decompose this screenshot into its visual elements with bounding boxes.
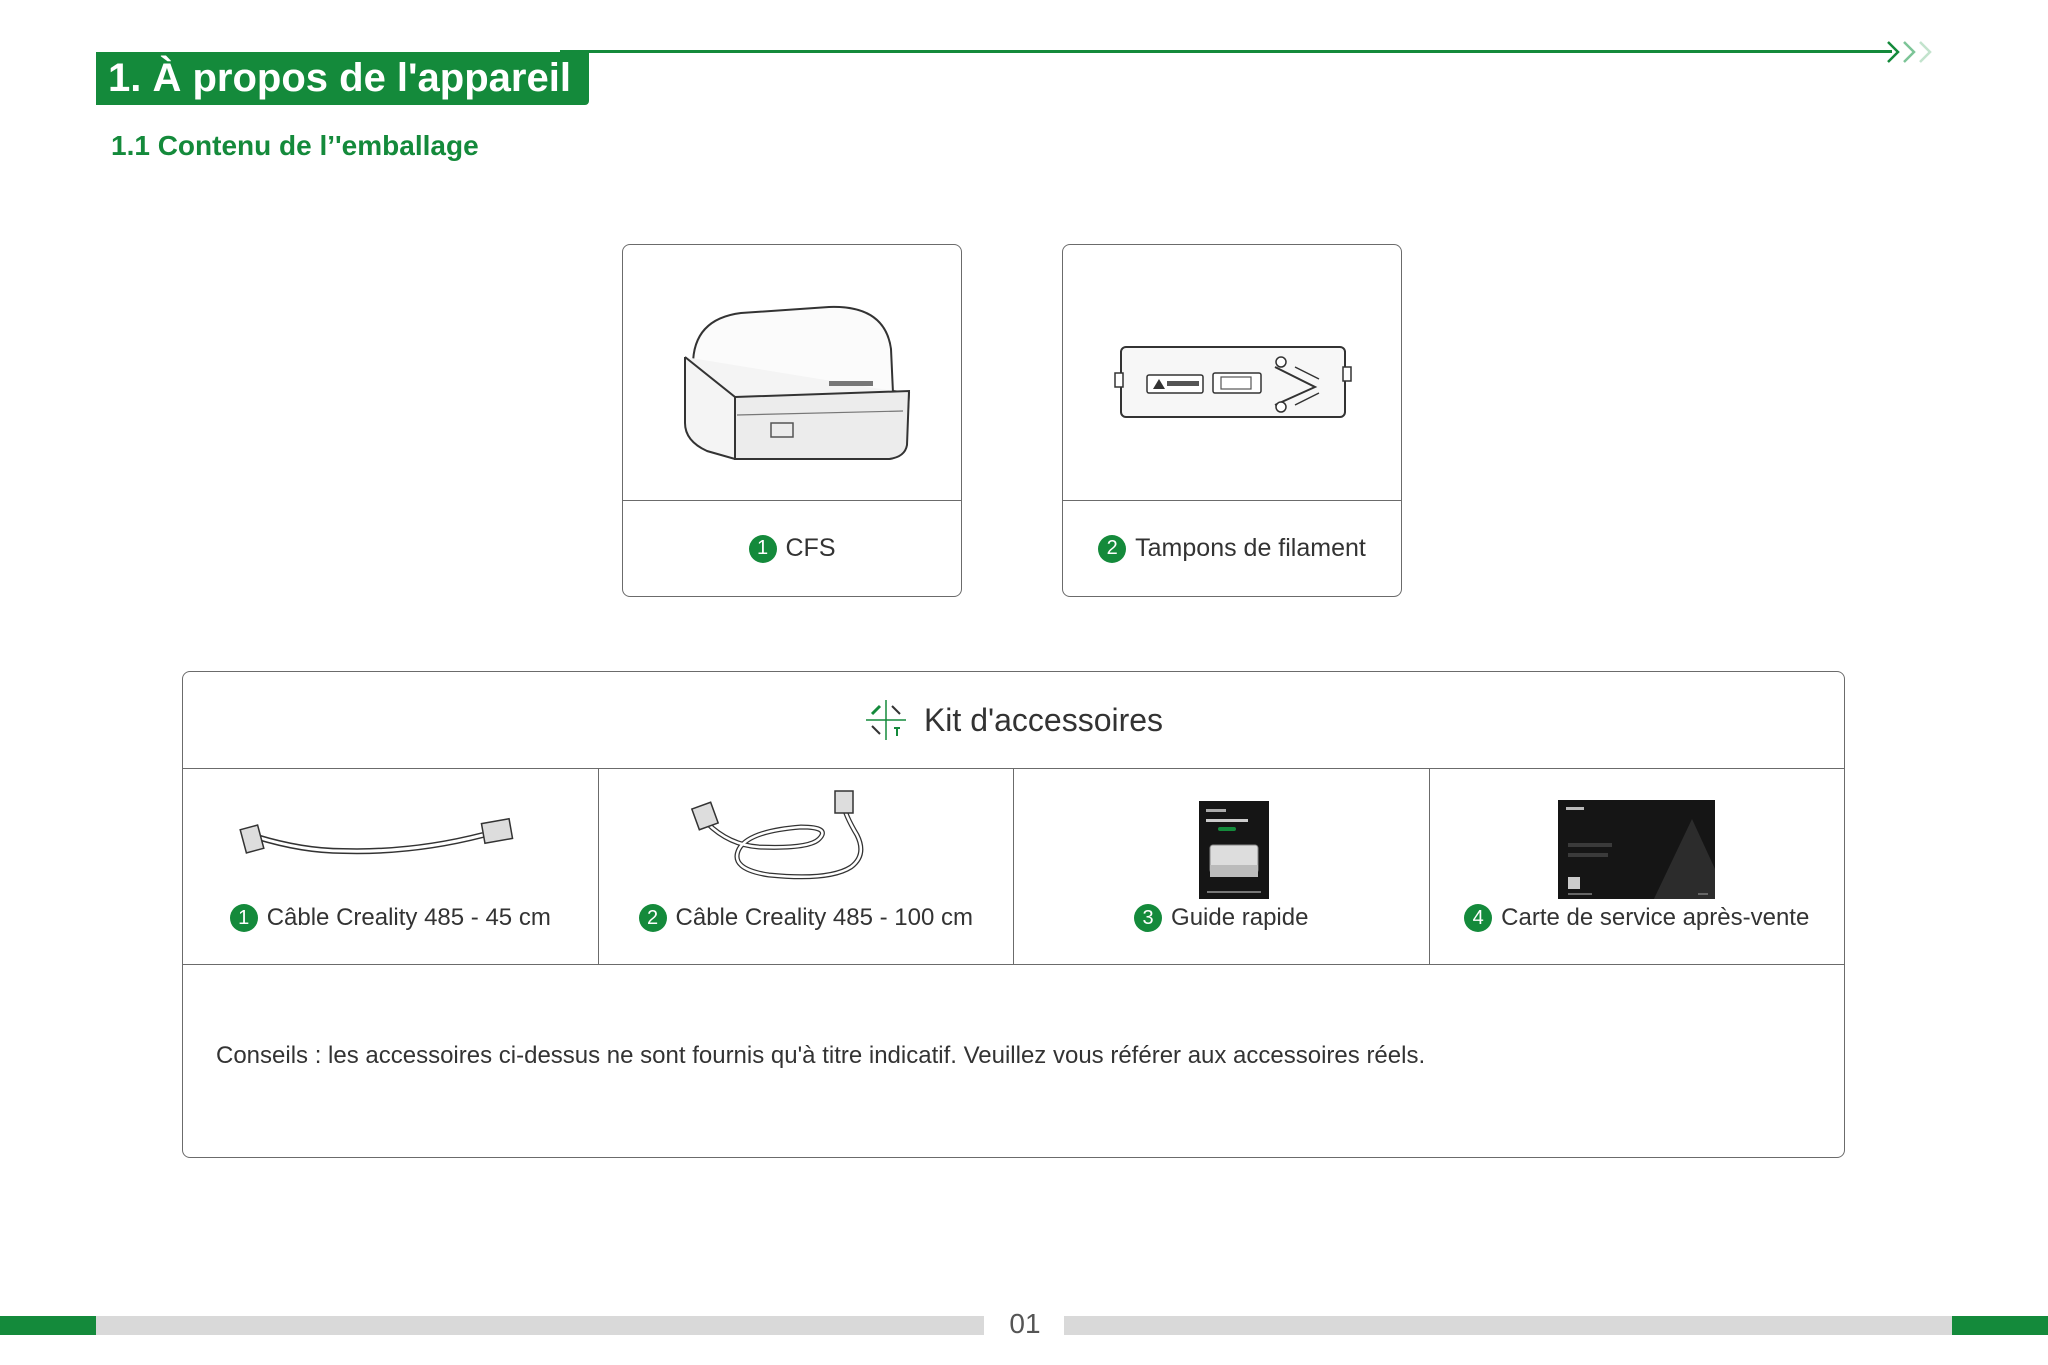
accessory-kit-panel: Kit d'accessoires 1 Câble Creality 485 -… (182, 671, 1845, 1158)
subsection-title: 1.1 Contenu de l’'emballage (111, 130, 479, 161)
section-title: 1. À propos de l'appareil (96, 52, 589, 105)
accessory-item-label: 2 Câble Creality 485 - 100 cm (599, 904, 1014, 932)
long-cable-illustration (690, 790, 863, 880)
item-label: Câble Creality 485 - 100 cm (675, 904, 973, 931)
tools-icon (865, 700, 906, 740)
quick-guide-booklet (1199, 801, 1269, 899)
item-number-badge: 1 (748, 534, 777, 563)
short-cable-illustration (239, 817, 514, 855)
item-number-badge: 2 (1098, 534, 1127, 563)
accessory-item-label: 3 Guide rapide (1014, 904, 1429, 932)
accessory-item-long-cable: 2 Câble Creality 485 - 100 cm (599, 769, 1014, 964)
accessory-kit-header: Kit d'accessoires (183, 672, 1844, 769)
item-number-badge: 4 (1464, 904, 1493, 932)
package-item-filament-buffer: 2 Tampons de filament (1062, 244, 1402, 597)
package-item-label: 1 CFS (623, 501, 961, 596)
footer-bar-left (96, 1316, 984, 1335)
cfs-unit-illustration (623, 245, 961, 501)
accessory-item-label: 4 Carte de service après-vente (1430, 904, 1845, 932)
service-card (1557, 800, 1715, 899)
accessory-item-service-card: 4 Carte de service après-vente (1430, 769, 1845, 964)
filament-buffer-illustration (1063, 245, 1401, 501)
page-number: 01 (1009, 1308, 1041, 1339)
item-label: Tampons de filament (1135, 534, 1366, 562)
package-item-cfs: 1 CFS (622, 244, 962, 597)
package-item-label: 2 Tampons de filament (1063, 501, 1401, 596)
footer-bar-right (1064, 1316, 1952, 1335)
title-rule (560, 50, 1892, 53)
accessory-item-quick-guide: 3 Guide rapide (1014, 769, 1430, 964)
item-number-badge: 3 (1134, 904, 1163, 932)
accessory-tip-note: Conseils : les accessoires ci-dessus ne … (216, 1042, 1426, 1069)
accessory-items-row: 1 Câble Creality 485 - 45 cm 2 Câble Cre… (183, 769, 1844, 965)
item-number-badge: 1 (229, 904, 258, 932)
item-label: CFS (785, 534, 836, 562)
footer-accent-left (0, 1316, 96, 1335)
item-label: Carte de service après-vente (1501, 904, 1810, 931)
accessory-item-short-cable: 1 Câble Creality 485 - 45 cm (183, 769, 599, 964)
accessory-item-label: 1 Câble Creality 485 - 45 cm (183, 904, 598, 932)
item-number-badge: 2 (638, 904, 667, 932)
footer-accent-right (1952, 1316, 2048, 1335)
item-label: Câble Creality 485 - 45 cm (266, 904, 551, 931)
item-label: Guide rapide (1171, 904, 1309, 931)
chevron-right-icon (1887, 41, 1932, 63)
accessory-kit-title: Kit d'accessoires (923, 701, 1164, 738)
